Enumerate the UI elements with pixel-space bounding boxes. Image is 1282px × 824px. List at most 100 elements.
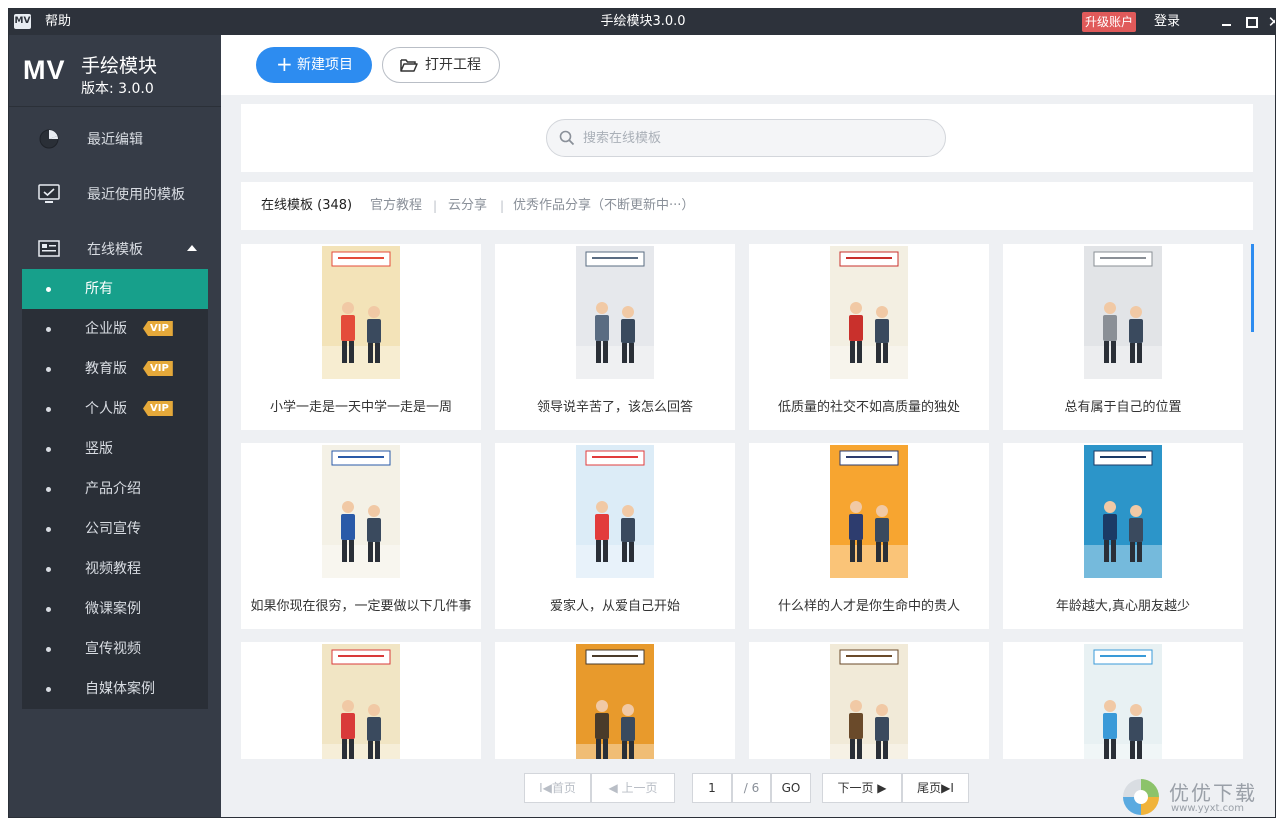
- category-label: 视频教程: [85, 561, 141, 577]
- template-thumbnail: [576, 246, 654, 379]
- minimize-icon[interactable]: [1218, 13, 1236, 31]
- vip-badge: VIP: [143, 401, 173, 416]
- category-label: 微课案例: [85, 601, 141, 617]
- category-item[interactable]: 产品介绍: [22, 469, 208, 509]
- search-input[interactable]: [583, 120, 933, 156]
- watermark-name: 优优下载: [1169, 781, 1257, 805]
- vip-badge: VIP: [143, 361, 173, 376]
- nav-recent-edit[interactable]: 最近编辑: [9, 115, 221, 165]
- logo-block: MV 手绘模块 版本: 3.0.0: [9, 35, 221, 107]
- nav-label: 最近编辑: [87, 132, 143, 148]
- page-total: / 6: [732, 773, 771, 803]
- template-card[interactable]: 领导说辛苦了，该怎么回答: [495, 244, 735, 430]
- template-title: 爱家人，从爱自己开始: [549, 599, 680, 614]
- help-menu[interactable]: 帮助: [45, 9, 71, 35]
- bullet-icon: [46, 527, 51, 532]
- bullet-icon: [46, 367, 51, 372]
- template-card[interactable]: 如果你现在很穷，一定要做以下几件事: [241, 443, 481, 629]
- nav-recent-templates[interactable]: 最近使用的模板: [9, 170, 221, 220]
- watermark-url: www.yyxt.com: [1171, 803, 1245, 814]
- bullet-icon: [46, 607, 51, 612]
- go-page-button[interactable]: GO: [771, 773, 811, 803]
- title-bar: MV 帮助 手绘模块3.0.0 升级账户 登录 ✕: [9, 9, 1275, 35]
- category-item[interactable]: 教育版 VIP: [22, 349, 208, 389]
- app-version: 版本: 3.0.0: [81, 81, 154, 97]
- category-item[interactable]: 竖版: [22, 429, 208, 469]
- template-title: 领导说辛苦了，该怎么回答: [536, 400, 693, 415]
- collapse-caret-icon[interactable]: [187, 245, 197, 251]
- maximize-icon[interactable]: [1243, 13, 1261, 31]
- template-title: 低质量的社交不如高质量的独处: [777, 400, 960, 415]
- category-item[interactable]: 所有: [22, 269, 208, 309]
- tab-separator: |: [433, 199, 438, 213]
- close-icon[interactable]: ✕: [1265, 13, 1275, 31]
- nav-label: 在线模板: [87, 242, 143, 258]
- template-card[interactable]: 年龄越大,真心朋友越少: [1003, 443, 1243, 629]
- template-title: 总有属于自己的位置: [1064, 400, 1182, 415]
- upgrade-account-button[interactable]: 升级账户: [1082, 12, 1137, 32]
- template-card[interactable]: 小学一走是一天中学一走是一周: [241, 244, 481, 430]
- tab-separator: |: [500, 199, 505, 213]
- open-project-button[interactable]: 打开工程: [382, 47, 500, 83]
- template-thumbnail: [830, 246, 908, 379]
- template-card[interactable]: 什么样的人才是你生命中的贵人: [749, 443, 989, 629]
- category-item[interactable]: 个人版 VIP: [22, 389, 208, 429]
- first-page-button[interactable]: I◀首页: [524, 773, 591, 803]
- template-title: 小学一走是一天中学一走是一周: [269, 400, 452, 415]
- template-title: 什么样的人才是你生命中的贵人: [777, 599, 960, 614]
- pie-chart-icon: [39, 129, 59, 149]
- template-thumbnail: [576, 644, 654, 759]
- template-card[interactable]: [1003, 642, 1243, 759]
- new-project-label: 新建项目: [297, 57, 353, 73]
- tab-1[interactable]: 官方教程: [370, 182, 422, 230]
- folder-open-icon: [400, 59, 418, 72]
- template-card[interactable]: 爱家人，从爱自己开始: [495, 443, 735, 629]
- category-item[interactable]: 视频教程: [22, 549, 208, 589]
- vip-badge: VIP: [143, 321, 173, 336]
- category-label: 产品介绍: [85, 481, 141, 497]
- category-label: 宣传视频: [85, 641, 141, 657]
- watermark-logo: 优优下载 www.yyxt.com: [1119, 775, 1275, 817]
- monitor-check-icon: [38, 184, 60, 203]
- template-card[interactable]: [241, 642, 481, 759]
- yyxt-logo-icon: [1123, 779, 1159, 815]
- scrollbar-thumb[interactable]: [1251, 244, 1254, 332]
- category-label: 企业版: [85, 321, 127, 337]
- category-item[interactable]: 微课案例: [22, 589, 208, 629]
- template-category-list: 所有企业版 VIP 教育版 VIP 个人版 VIP 竖版产品介绍公司宣传视频教程微课案例宣传…: [22, 269, 208, 709]
- category-label: 教育版: [85, 361, 127, 377]
- plus-icon: +: [276, 52, 293, 76]
- page-number-input[interactable]: 1: [692, 773, 732, 803]
- template-thumbnail: [830, 644, 908, 759]
- login-button[interactable]: 登录: [1154, 9, 1180, 35]
- tab-2[interactable]: 云分享: [448, 182, 487, 230]
- tab-3[interactable]: 优秀作品分享（不断更新中···）: [513, 182, 694, 230]
- search-box[interactable]: [546, 119, 946, 157]
- app-icon: MV: [14, 14, 31, 29]
- template-card[interactable]: [495, 642, 735, 759]
- template-thumbnail: [1084, 445, 1162, 578]
- template-title: 如果你现在很穷，一定要做以下几件事: [250, 599, 472, 614]
- category-item[interactable]: 企业版 VIP: [22, 309, 208, 349]
- template-card[interactable]: [749, 642, 989, 759]
- sidebar: MV 手绘模块 版本: 3.0.0 最近编辑 最近使用的模板 在线模板 所有 企…: [9, 35, 221, 817]
- template-title: 年龄越大,真心朋友越少: [1055, 599, 1191, 614]
- nav-online-templates[interactable]: 在线模板: [9, 225, 221, 275]
- template-thumbnail: [1084, 644, 1162, 759]
- category-item[interactable]: 宣传视频: [22, 629, 208, 669]
- search-panel: [241, 104, 1253, 172]
- last-page-button[interactable]: 尾页▶I: [902, 773, 969, 803]
- logo: MV: [23, 55, 66, 85]
- category-item[interactable]: 自媒体案例: [22, 669, 208, 709]
- tab-0[interactable]: 在线模板 (348): [261, 182, 352, 230]
- category-label: 个人版: [85, 401, 127, 417]
- new-project-button[interactable]: + 新建项目: [256, 47, 372, 83]
- next-page-button[interactable]: 下一页 ▶: [822, 773, 902, 803]
- prev-page-button[interactable]: ◀ 上一页: [591, 773, 675, 803]
- search-icon: [559, 130, 575, 146]
- bullet-icon: [46, 287, 51, 292]
- template-card[interactable]: 低质量的社交不如高质量的独处: [749, 244, 989, 430]
- template-card[interactable]: 总有属于自己的位置: [1003, 244, 1243, 430]
- template-thumbnail: [830, 445, 908, 578]
- category-item[interactable]: 公司宣传: [22, 509, 208, 549]
